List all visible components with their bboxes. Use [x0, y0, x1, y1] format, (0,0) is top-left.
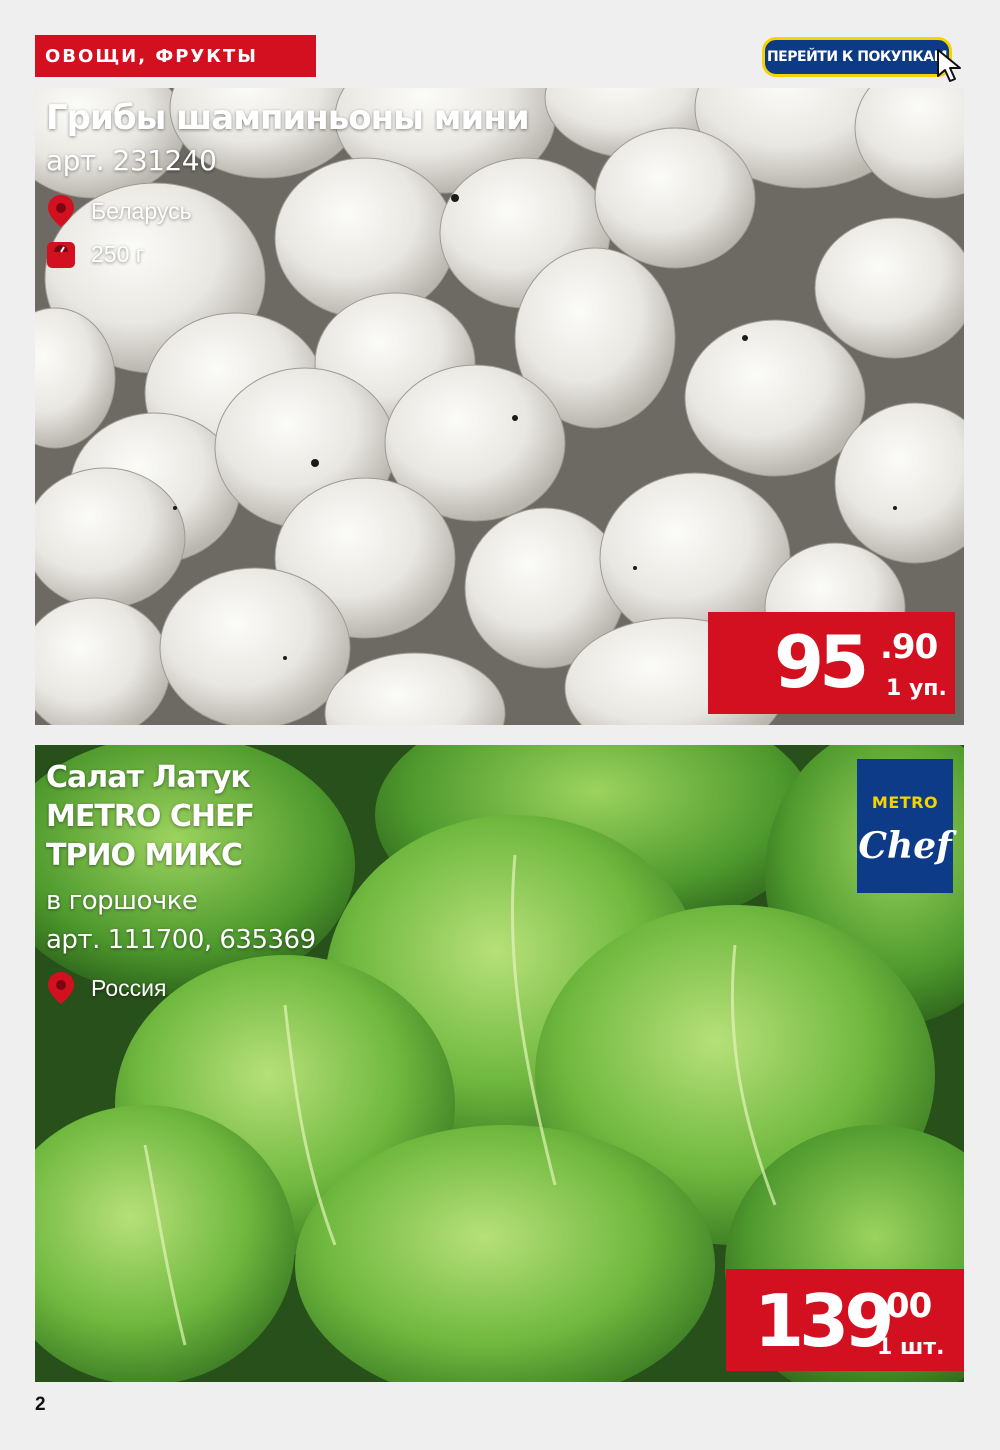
origin-label: Беларусь [91, 197, 192, 224]
product-subtitle: в горшочке [46, 886, 198, 916]
product-article: арт. 231240 [46, 144, 217, 177]
product-title-line-2: METRO CHEF [46, 799, 255, 834]
price-unit: 1 шт. [877, 1335, 945, 1360]
go-to-shopping-label: ПЕРЕЙТИ К ПОКУПКАМ [766, 49, 948, 65]
price-tag: 95 .90 1 уп. [708, 612, 955, 714]
weight-label: 250 г [91, 240, 145, 267]
metro-chef-logo: METRO Chef [857, 759, 953, 893]
product-title-line-1: Салат Латук [46, 760, 251, 795]
product-title: Грибы шампиньоны мини [46, 98, 530, 138]
category-banner: ОВОЩИ, ФРУКТЫ [35, 35, 316, 77]
category-label: ОВОЩИ, ФРУКТЫ [45, 45, 258, 67]
page-number: 2 [35, 1394, 46, 1415]
product-card-mushrooms[interactable]: Грибы шампиньоны мини арт. 231240 Белару… [35, 88, 964, 725]
price-tag: 139 .00 1 шт. [726, 1269, 964, 1371]
origin-row: Россия [45, 970, 166, 1006]
go-to-shopping-button[interactable]: ПЕРЕЙТИ К ПОКУПКАМ [762, 37, 952, 77]
cursor-icon [937, 49, 961, 82]
price-decimal: .00 [874, 1286, 932, 1326]
logo-metro-text: METRO [871, 793, 939, 812]
price-unit: 1 уп. [886, 676, 947, 701]
location-pin-icon [48, 972, 74, 1004]
location-pin-icon [48, 195, 74, 227]
product-card-lettuce[interactable]: Салат Латук METRO CHEF ТРИО МИКС в горшо… [35, 745, 964, 1382]
origin-label: Россия [91, 974, 167, 1001]
price-decimal: .90 [880, 627, 938, 667]
price-integer: 95 [774, 620, 869, 704]
weight-row: 250 г [45, 238, 144, 270]
price-integer: 139 [754, 1279, 894, 1363]
weight-icon [47, 242, 75, 268]
origin-row: Беларусь [45, 193, 192, 229]
product-article: арт. 111700, 635369 [46, 925, 316, 955]
product-title-line-3: ТРИО МИКС [46, 838, 243, 873]
logo-chef-text: Chef [858, 825, 952, 867]
